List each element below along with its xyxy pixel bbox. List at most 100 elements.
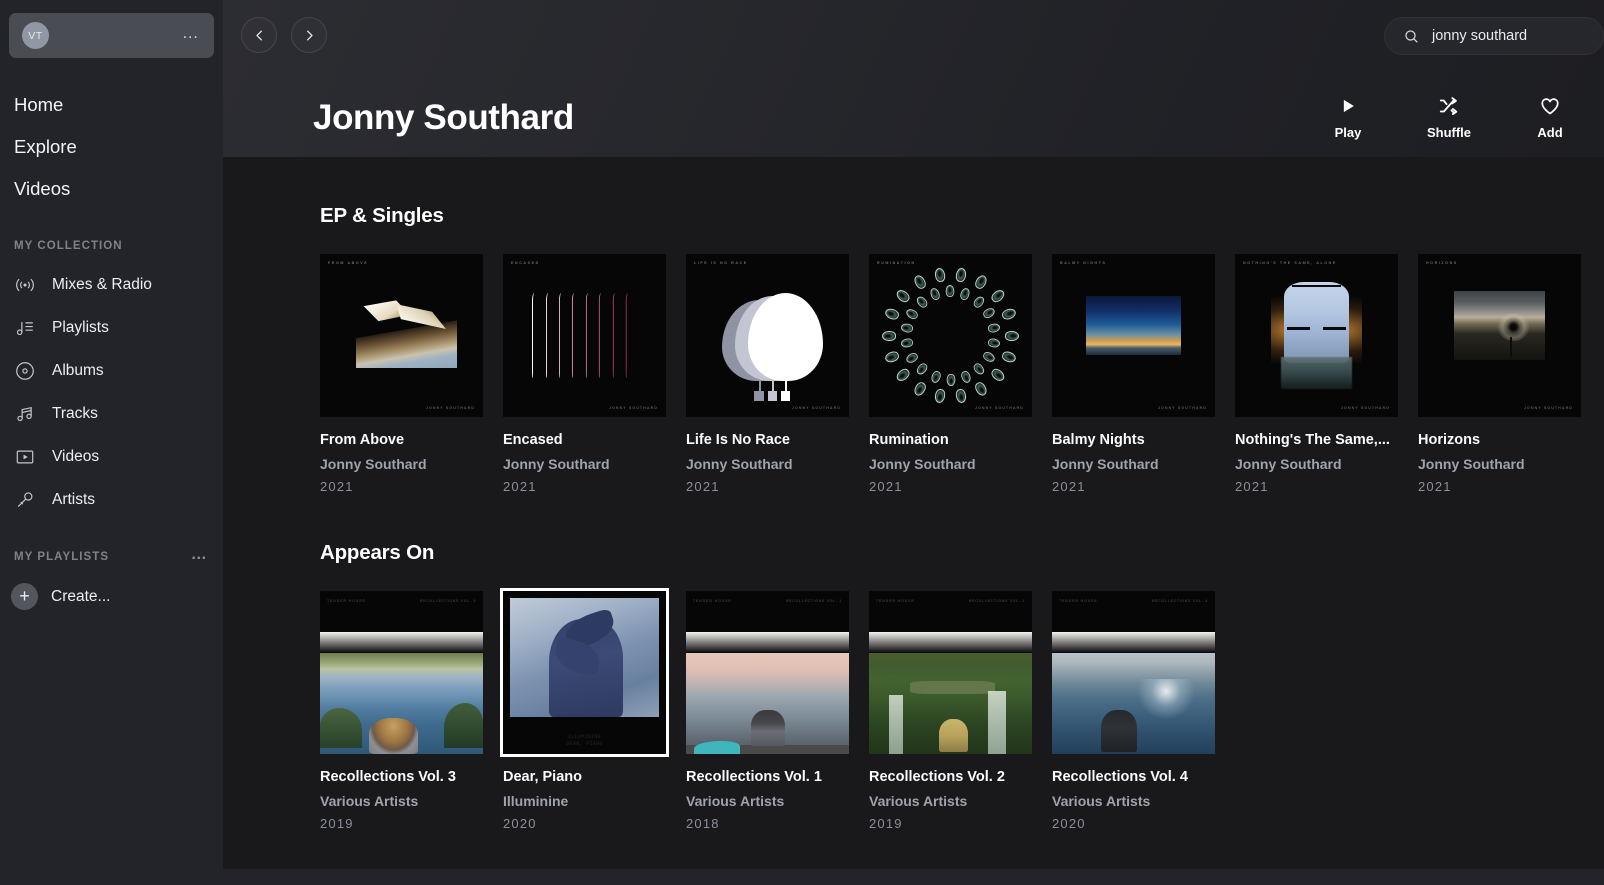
album-year: 2020	[1052, 816, 1086, 831]
cover-shape	[532, 293, 538, 378]
album-art[interactable]: TENDER HOUSE RECOLLECTIONS VOL. 1	[686, 591, 849, 754]
cover-label-left: TENDER HOUSE	[693, 599, 732, 603]
shuffle-icon	[1438, 93, 1460, 119]
shuffle-button[interactable]: Shuffle	[1422, 93, 1476, 140]
cover-image	[686, 652, 849, 754]
album-year: 2018	[686, 816, 720, 831]
sidebar-item-tracks[interactable]: Tracks	[0, 392, 223, 435]
album-art[interactable]: ENCASED JONNY SOUTHARD	[503, 254, 666, 417]
cover-shape	[572, 293, 578, 378]
collection-nav: Mixes & Radio Playlists Albums Tracks Vi…	[0, 263, 223, 521]
sidebar-item-albums[interactable]: Albums	[0, 349, 223, 392]
add-button[interactable]: Add	[1523, 93, 1577, 140]
cover-shape	[981, 350, 997, 365]
album-card-from-above[interactable]: FROM ABOVE JONNY SOUTHARD From Above Jon…	[320, 254, 483, 494]
search-value: jonny southard	[1432, 28, 1528, 44]
page-title: Jonny Southard	[313, 98, 574, 137]
cover-bar	[1323, 327, 1346, 330]
cover-label-left: TENDER HOUSE	[327, 599, 366, 603]
player-bar[interactable]	[0, 869, 1604, 885]
album-year: 2021	[1052, 479, 1086, 494]
album-art[interactable]: TENDER HOUSE RECOLLECTIONS VOL. 2	[869, 591, 1032, 754]
album-card-balmy-nights[interactable]: BALMY NIGHTS JONNY SOUTHARD Balmy Nights…	[1052, 254, 1215, 494]
cover-shape	[959, 286, 972, 302]
album-art[interactable]: RUMINATION JONNY SOUTHARD	[869, 254, 1032, 417]
cover-title-text: RUMINATION	[877, 261, 916, 265]
cover-shape	[929, 369, 942, 385]
shuffle-label: Shuffle	[1426, 125, 1472, 140]
album-title: Dear, Piano	[503, 769, 582, 785]
add-label: Add	[1537, 125, 1563, 140]
history-nav	[241, 17, 327, 53]
sidebar-item-videos-top[interactable]: Videos	[0, 168, 223, 210]
hero-action-bar: Play Shuffle Add	[1321, 93, 1577, 140]
cover-figure	[368, 717, 418, 754]
play-button[interactable]: Play	[1321, 93, 1375, 140]
sidebar: VT … Home Explore Videos MY COLLECTION M…	[0, 0, 223, 885]
album-card-nothings-the-same[interactable]: NOTHING'S THE SAME, ALONE JONNY SOUTHARD…	[1235, 254, 1398, 494]
cover-label-left: TENDER HOUSE	[876, 599, 915, 603]
cover-shape	[929, 287, 942, 302]
album-card-recollections-vol-4[interactable]: TENDER HOUSE RECOLLECTIONS VOL. 4 Recoll…	[1052, 591, 1215, 831]
cover-shape	[909, 681, 995, 695]
search-input[interactable]: jonny southard	[1384, 17, 1604, 55]
album-title: Recollections Vol. 4	[1052, 769, 1188, 785]
cover-fade	[869, 631, 1032, 653]
album-card-life-is-no-race[interactable]: LIFE IS NO RACE JONNY SOUTHARD Life Is N…	[686, 254, 849, 494]
section-title-ep-singles: EP & Singles	[320, 204, 444, 227]
album-title: Rumination	[869, 432, 949, 448]
sidebar-item-mixes-radio[interactable]: Mixes & Radio	[0, 263, 223, 306]
cover-caption-line2: DEAR, PIANO	[566, 741, 603, 747]
album-year: 2021	[869, 479, 903, 494]
sidebar-item-artists[interactable]: Artists	[0, 478, 223, 521]
cover-label-right: RECOLLECTIONS VOL. 4	[1151, 599, 1208, 603]
cover-image	[1086, 296, 1181, 356]
my-playlists-text: MY PLAYLISTS	[14, 551, 110, 563]
cover-shape	[911, 273, 928, 291]
album-artist: Jonny Southard	[686, 456, 793, 472]
album-art[interactable]: FROM ABOVE JONNY SOUTHARD	[320, 254, 483, 417]
album-art[interactable]: NOTHING'S THE SAME, ALONE JONNY SOUTHARD	[1235, 254, 1398, 417]
cover-credit-text: JONNY SOUTHARD	[1340, 406, 1390, 410]
playlists-ellipsis-icon[interactable]: …	[191, 547, 209, 563]
album-art[interactable]: HORIZONS JONNY SOUTHARD	[1418, 254, 1581, 417]
album-card-rumination[interactable]: RUMINATION JONNY SOUTHARD Rumination Jon…	[869, 254, 1032, 494]
sidebar-item-videos[interactable]: Videos	[0, 435, 223, 478]
cover-stem	[1510, 336, 1512, 358]
album-art[interactable]: TENDER HOUSE RECOLLECTIONS VOL. 4	[1052, 591, 1215, 754]
album-card-recollections-vol-3[interactable]: TENDER HOUSE RECOLLECTIONS VOL. 3 Recoll…	[320, 591, 483, 831]
album-art[interactable]: ILLUMININE DEAR, PIANO	[500, 588, 669, 757]
back-button[interactable]	[241, 17, 277, 53]
avatar: VT	[22, 22, 49, 49]
playlist-icon	[14, 317, 36, 339]
sidebar-item-label: Mixes & Radio	[52, 275, 152, 293]
create-playlist-button[interactable]: + Create...	[0, 574, 223, 619]
forward-button[interactable]	[291, 17, 327, 53]
play-icon	[1338, 93, 1358, 119]
cover-title-text: NOTHING'S THE SAME, ALONE	[1243, 261, 1337, 265]
album-card-recollections-vol-2[interactable]: TENDER HOUSE RECOLLECTIONS VOL. 2 Recoll…	[869, 591, 1032, 831]
album-artist: Various Artists	[869, 793, 968, 809]
album-card-horizons[interactable]: HORIZONS JONNY SOUTHARD Horizons Jonny S…	[1418, 254, 1581, 494]
album-card-encased[interactable]: ENCASED JONNY SOUTHARD Encased Jonny Sou…	[503, 254, 666, 494]
album-art[interactable]: BALMY NIGHTS JONNY SOUTHARD	[1052, 254, 1215, 417]
album-card-dear-piano[interactable]: ILLUMININE DEAR, PIANO Dear, Piano Illum…	[500, 588, 669, 831]
cover-image	[1052, 652, 1215, 754]
sidebar-item-playlists[interactable]: Playlists	[0, 306, 223, 349]
sidebar-item-home[interactable]: Home	[0, 84, 223, 126]
cover-image	[510, 598, 659, 717]
ellipsis-icon[interactable]: …	[182, 24, 201, 42]
cover-shape	[883, 307, 901, 322]
cover-shape	[981, 306, 996, 321]
cover-fade	[320, 631, 483, 653]
album-card-recollections-vol-1[interactable]: TENDER HOUSE RECOLLECTIONS VOL. 1 Recoll…	[686, 591, 849, 831]
album-art[interactable]: LIFE IS NO RACE JONNY SOUTHARD	[686, 254, 849, 417]
cover-shape	[955, 266, 968, 283]
cover-shape	[900, 322, 914, 334]
album-artist: Jonny Southard	[320, 456, 427, 472]
album-art[interactable]: TENDER HOUSE RECOLLECTIONS VOL. 3	[320, 591, 483, 754]
sidebar-item-explore[interactable]: Explore	[0, 126, 223, 168]
cover-shape	[881, 330, 896, 341]
cover-label-left: TENDER HOUSE	[1059, 599, 1098, 603]
user-account-chip[interactable]: VT …	[9, 13, 214, 58]
